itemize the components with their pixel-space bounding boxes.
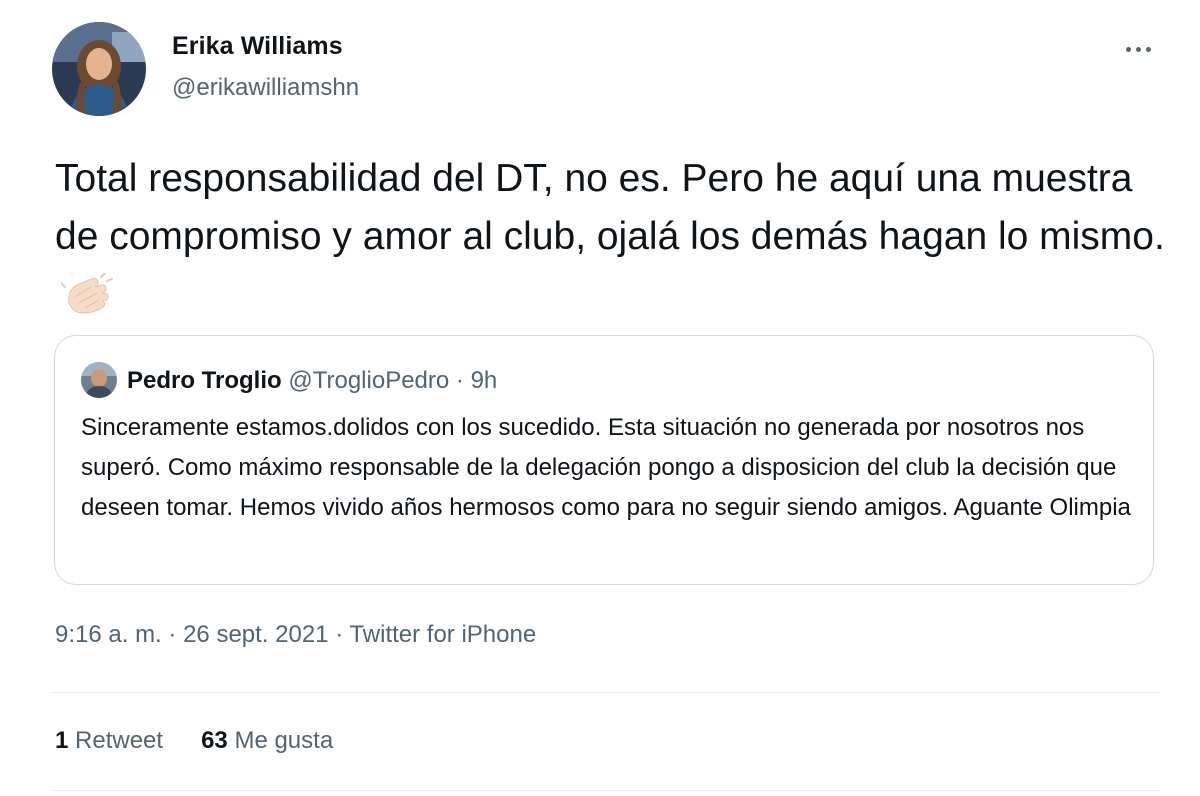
quoted-text: Sinceramente estamos.dolidos con los suc…: [81, 414, 1131, 521]
author-name[interactable]: Erika Williams: [172, 32, 343, 61]
author-avatar[interactable]: [52, 22, 146, 116]
more-dot: [1145, 46, 1151, 52]
tweet-source[interactable]: Twitter for iPhone: [349, 621, 536, 648]
likes-count: 63: [201, 727, 228, 754]
divider: [52, 692, 1160, 693]
tweet-card: Erika Williams @erikawilliamshn Total re…: [0, 0, 1200, 796]
tweet-time[interactable]: 9:16 a. m.: [55, 621, 162, 648]
quoted-timestamp[interactable]: 9h: [471, 367, 498, 394]
more-dot: [1135, 46, 1141, 52]
likes-stat[interactable]: 63 Me gusta: [201, 727, 333, 755]
meta-separator: ·: [335, 621, 344, 648]
clapping-hands-icon: [60, 272, 113, 334]
tweet-metadata: 9:16 a. m. · 26 sept. 2021 · Twitter for…: [55, 621, 536, 649]
quoted-tweet[interactable]: Pedro Troglio @TroglioPedro · 9h Sincera…: [54, 335, 1154, 585]
quoted-separator: ·: [455, 367, 464, 394]
more-dot: [1125, 46, 1131, 52]
tweet-date[interactable]: 26 sept. 2021: [183, 621, 328, 648]
tweet-text: Total responsabilidad del DT, no es. Per…: [55, 157, 1165, 258]
retweets-label: Retweet: [75, 727, 164, 754]
avatar-image: [52, 22, 146, 116]
likes-label: Me gusta: [234, 727, 334, 754]
quoted-author-name[interactable]: Pedro Troglio: [127, 367, 282, 394]
quoted-avatar-image: [81, 362, 117, 398]
engagement-stats: 1 Retweet 63 Me gusta: [55, 727, 333, 755]
quoted-author-avatar[interactable]: [81, 362, 117, 398]
quoted-header: Pedro Troglio @TroglioPedro · 9h: [127, 367, 497, 395]
more-options-button[interactable]: [1118, 34, 1158, 64]
quoted-author-handle[interactable]: @TroglioPedro: [288, 367, 449, 394]
author-handle[interactable]: @erikawilliamshn: [172, 74, 359, 102]
divider: [52, 790, 1160, 791]
tweet-body: Total responsabilidad del DT, no es. Per…: [55, 150, 1165, 334]
retweets-count: 1: [55, 727, 69, 754]
retweets-stat[interactable]: 1 Retweet: [55, 727, 163, 755]
meta-separator: ·: [168, 621, 177, 648]
